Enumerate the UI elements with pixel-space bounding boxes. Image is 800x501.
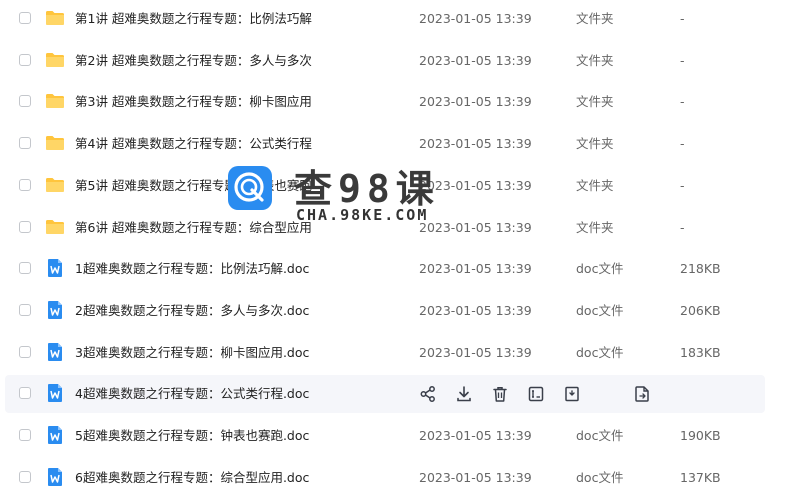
- watermark-subtitle: CHA.98KE.COM: [296, 206, 429, 224]
- file-date: 2023-01-05 13:39: [419, 344, 532, 360]
- copy-icon[interactable]: [633, 385, 651, 403]
- file-type: doc文件: [576, 469, 624, 485]
- file-size: -: [680, 52, 685, 68]
- file-row[interactable]: 4超难奥数题之行程专题：公式类行程.doc: [5, 375, 765, 414]
- watermark-title: 查98课: [294, 167, 440, 211]
- file-type: 文件夹: [576, 136, 614, 152]
- file-size: -: [680, 94, 685, 110]
- word-doc-icon: [45, 342, 65, 362]
- file-row[interactable]: 5超难奥数题之行程专题：钟表也赛跑.doc 2023-01-05 13:39 doc…: [5, 417, 765, 455]
- watermark: 查98课 CHA.98KE.COM: [228, 162, 468, 234]
- file-type: doc文件: [576, 302, 624, 318]
- file-name[interactable]: 1超难奥数题之行程专题：比例法巧解.doc: [75, 250, 309, 288]
- file-date: 2023-01-05 13:39: [419, 11, 532, 26]
- row-checkbox[interactable]: [19, 262, 31, 275]
- file-name[interactable]: 第3讲 超难奥数题之行程专题：柳卡图应用: [75, 83, 312, 121]
- row-checkbox[interactable]: [19, 470, 31, 483]
- delete-icon[interactable]: [491, 385, 509, 403]
- file-size: 190KB: [680, 428, 721, 443]
- file-row[interactable]: 第3讲 超难奥数题之行程专题：柳卡图应用 2023-01-05 13:39 文件夹 -: [5, 83, 765, 121]
- file-row[interactable]: 2超难奥数题之行程专题：多人与多次.doc 2023-01-05 13:39 doc…: [5, 292, 765, 330]
- file-name[interactable]: 4超难奥数题之行程专题：公式类行程.doc: [75, 375, 309, 413]
- file-row[interactable]: 第2讲 超难奥数题之行程专题：多人与多次 2023-01-05 13:39 文件夹 -: [5, 42, 765, 80]
- word-doc-icon: [45, 467, 65, 487]
- word-doc-icon: [45, 258, 65, 278]
- row-checkbox[interactable]: [19, 12, 31, 24]
- file-size: -: [680, 219, 685, 235]
- row-checkbox[interactable]: [19, 178, 31, 191]
- row-checkbox[interactable]: [19, 53, 31, 66]
- move-icon[interactable]: [563, 385, 581, 403]
- file-type: doc文件: [576, 344, 624, 360]
- row-checkbox[interactable]: [19, 95, 31, 108]
- row-checkbox[interactable]: [19, 220, 31, 233]
- file-name[interactable]: 5超难奥数题之行程专题：钟表也赛跑.doc: [75, 417, 309, 455]
- row-checkbox[interactable]: [19, 387, 31, 400]
- file-size: -: [680, 177, 685, 193]
- word-doc-icon: [45, 425, 65, 445]
- folder-icon: [45, 50, 65, 70]
- folder-icon: [45, 133, 65, 153]
- folder-icon: [45, 91, 65, 111]
- file-name[interactable]: 第4讲 超难奥数题之行程专题：公式类行程: [75, 125, 312, 163]
- file-name[interactable]: 2超难奥数题之行程专题：多人与多次.doc: [75, 292, 309, 330]
- row-checkbox[interactable]: [19, 303, 31, 316]
- file-size: 183KB: [680, 344, 721, 360]
- file-row[interactable]: 第1讲 超难奥数题之行程专题：比例法巧解 2023-01-05 13:39 文件夹 -: [5, 0, 765, 38]
- file-size: -: [680, 136, 685, 152]
- rename-icon[interactable]: [527, 385, 545, 403]
- file-name[interactable]: 第2讲 超难奥数题之行程专题：多人与多次: [75, 42, 312, 80]
- word-doc-icon: [45, 300, 65, 320]
- file-date: 2023-01-05 13:39: [419, 469, 532, 485]
- file-type: 文件夹: [576, 94, 614, 110]
- watermark-logo-icon: [228, 166, 272, 210]
- share-icon[interactable]: [419, 385, 437, 403]
- file-row[interactable]: 1超难奥数题之行程专题：比例法巧解.doc 2023-01-05 13:39 doc…: [5, 250, 765, 288]
- file-type: 文件夹: [576, 219, 614, 235]
- folder-icon: [45, 217, 65, 237]
- file-date: 2023-01-05 13:39: [419, 94, 532, 110]
- download-icon[interactable]: [455, 385, 473, 403]
- file-name[interactable]: 6超难奥数题之行程专题：综合型应用.doc: [75, 459, 309, 497]
- file-type: 文件夹: [576, 11, 614, 26]
- file-row[interactable]: 3超难奥数题之行程专题：柳卡图应用.doc 2023-01-05 13:39 doc…: [5, 334, 765, 372]
- file-name[interactable]: 3超难奥数题之行程专题：柳卡图应用.doc: [75, 334, 309, 372]
- row-checkbox[interactable]: [19, 345, 31, 358]
- file-date: 2023-01-05 13:39: [419, 302, 532, 318]
- folder-icon: [45, 8, 65, 28]
- file-date: 2023-01-05 13:39: [419, 52, 532, 68]
- file-date: 2023-01-05 13:39: [419, 428, 532, 443]
- row-checkbox[interactable]: [19, 429, 31, 441]
- file-type: doc文件: [576, 428, 624, 443]
- file-type: 文件夹: [576, 52, 614, 68]
- file-size: 137KB: [680, 469, 721, 485]
- file-name[interactable]: 第1讲 超难奥数题之行程专题：比例法巧解: [75, 0, 312, 38]
- file-type: 文件夹: [576, 177, 614, 193]
- folder-icon: [45, 175, 65, 195]
- row-checkbox[interactable]: [19, 137, 31, 150]
- file-row[interactable]: 6超难奥数题之行程专题：综合型应用.doc 2023-01-05 13:39 doc…: [5, 459, 765, 497]
- file-date: 2023-01-05 13:39: [419, 261, 532, 277]
- file-type: doc文件: [576, 261, 624, 277]
- word-doc-icon: [45, 383, 65, 403]
- file-size: -: [680, 11, 685, 26]
- file-size: 206KB: [680, 302, 721, 318]
- file-size: 218KB: [680, 261, 721, 277]
